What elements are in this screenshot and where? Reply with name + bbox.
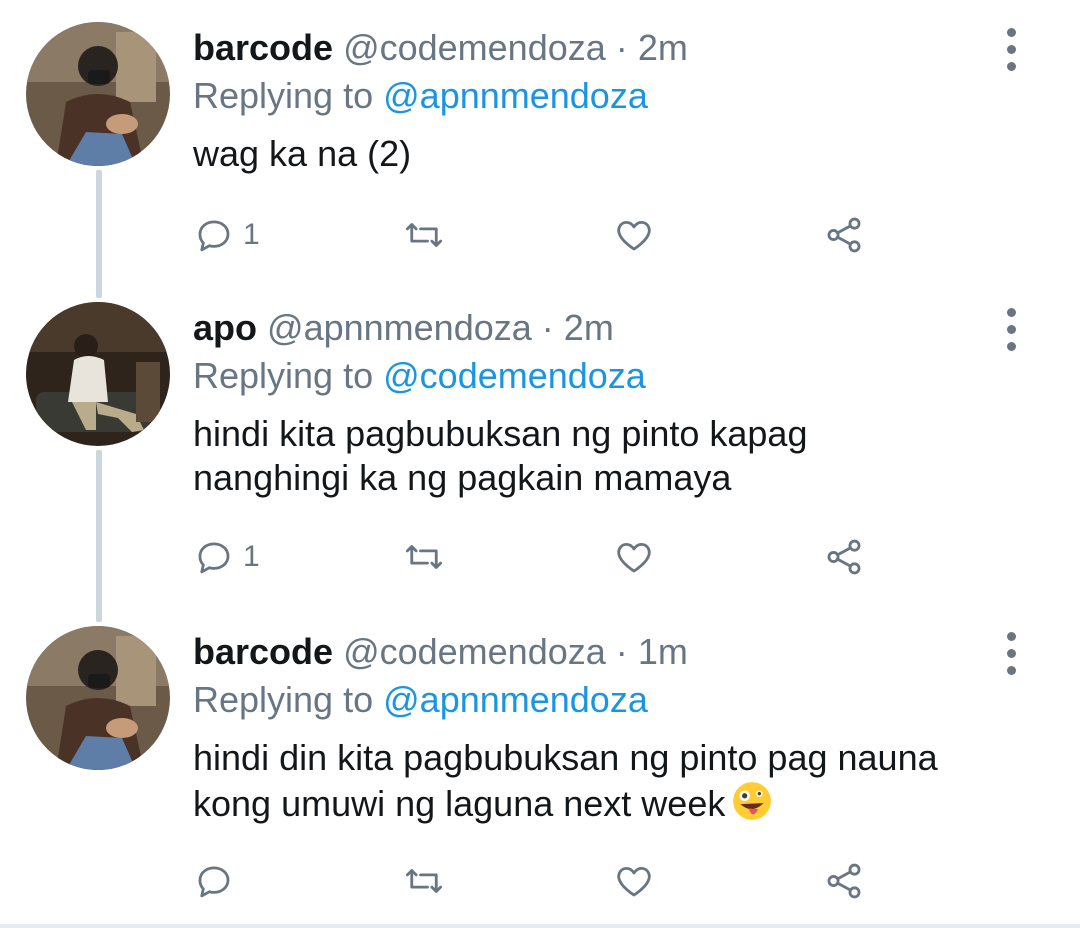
tweet-text-line: hindi din kita pagbubuksan ng pinto pag … [193,737,938,778]
timestamp[interactable]: 1m [638,631,688,672]
replying-to: Replying to @apnnmendoza [193,74,648,118]
tweet-text: hindi din kita pagbubuksan ng pinto pag … [193,736,938,826]
display-name[interactable]: barcode [193,631,333,672]
tweet-actions: 1 [193,210,1053,260]
display-name[interactable]: apo [193,307,257,348]
separator: · [615,27,628,68]
replying-to: Replying to @apnnmendoza [193,678,648,722]
share-button[interactable] [823,210,865,260]
share-button[interactable] [823,532,865,582]
reply-icon [198,220,230,252]
tweet-text-line-content: kong umuwi ng laguna next week [193,783,726,824]
tweet-header: barcode @codemendoza · 2m [193,26,688,70]
tweet-text-line: nanghingi ka ng pagkain mamaya [193,457,732,498]
more-vertical-icon[interactable] [1004,28,1018,84]
tweet-text: wag ka na (2) [193,132,411,176]
mention-link[interactable]: @apnnmendoza [383,75,648,116]
mention-link[interactable]: @codemendoza [383,355,646,396]
share-icon [827,539,861,575]
reply-icon [198,542,230,574]
separator: · [541,307,554,348]
heart-icon [617,867,651,897]
tweet-header: apo @apnnmendoza · 2m [193,306,614,350]
avatar[interactable] [26,302,170,446]
replying-prefix: Replying to [193,679,374,720]
separator: · [615,631,628,672]
handle[interactable]: @codemendoza [343,27,606,68]
share-button[interactable] [823,856,865,906]
tweet-header: barcode @codemendoza · 1m [193,630,688,674]
reply-button[interactable] [193,856,243,906]
reply-count: 1 [243,218,260,251]
divider [0,924,1080,928]
reply-icon [198,866,230,898]
replying-prefix: Replying to [193,75,374,116]
reply-button[interactable]: 1 [193,532,260,582]
avatar[interactable] [26,22,170,166]
retweet-button[interactable] [403,856,453,906]
handle[interactable]: @apnnmendoza [267,307,532,348]
tweet-text-line: hindi kita pagbubuksan ng pinto kapag [193,413,808,454]
more-vertical-icon[interactable] [1004,632,1018,688]
like-button[interactable] [613,532,663,582]
heart-icon [617,221,651,251]
retweet-icon [405,869,443,893]
tweet-actions: 1 [193,532,1053,582]
handle[interactable]: @codemendoza [343,631,606,672]
tweet[interactable]: apo @apnnmendoza · 2m Replying to @codem… [0,302,1080,602]
reply-count: 1 [243,540,260,573]
share-icon [827,863,861,899]
replying-to: Replying to @codemendoza [193,354,646,398]
tweet-text-line: wag ka na (2) [193,133,412,174]
tweet-text: hindi kita pagbubuksan ng pinto kapag na… [193,412,807,500]
like-button[interactable] [613,856,663,906]
display-name[interactable]: barcode [193,27,333,68]
retweet-button[interactable] [403,532,453,582]
mention-link[interactable]: @apnnmendoza [383,679,648,720]
tweet[interactable]: barcode @codemendoza · 2m Replying to @a… [0,22,1080,292]
avatar[interactable] [26,626,170,770]
reply-button[interactable]: 1 [193,210,260,260]
like-button[interactable] [613,210,663,260]
timestamp[interactable]: 2m [564,307,614,348]
heart-icon [617,543,651,573]
tweet[interactable]: barcode @codemendoza · 1m Replying to @a… [0,626,1080,916]
tweet-actions [193,856,1053,906]
share-icon [827,217,861,253]
timestamp[interactable]: 2m [638,27,688,68]
tweet-text-line: kong umuwi ng laguna next week [193,780,938,826]
replying-prefix: Replying to [193,355,374,396]
zany-face-emoji [733,782,772,820]
retweet-icon [405,545,443,569]
retweet-icon [405,223,443,247]
more-vertical-icon[interactable] [1004,308,1018,364]
retweet-button[interactable] [403,210,453,260]
